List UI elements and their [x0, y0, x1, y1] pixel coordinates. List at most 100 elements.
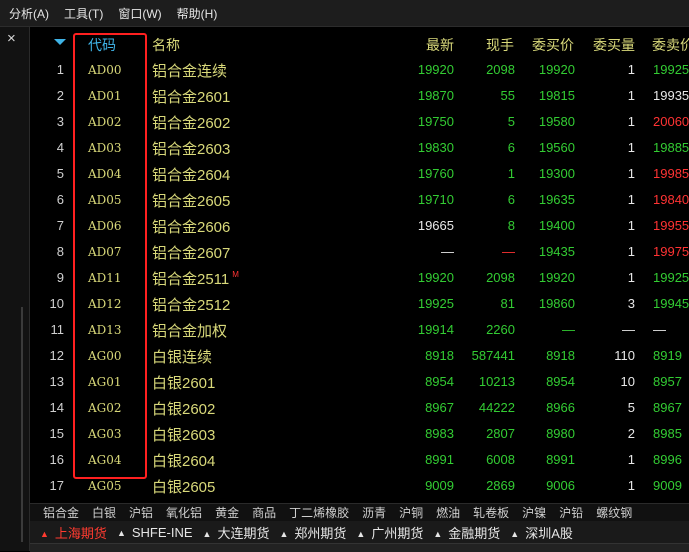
menu-item-0[interactable]: 分析(A) — [9, 5, 49, 22]
latest-price: 8967 — [425, 400, 454, 415]
main-contract-badge: M — [232, 270, 239, 279]
contract-name: 铝合金2604 — [152, 164, 230, 185]
column-header-name[interactable]: 名称 — [152, 35, 180, 55]
contract-name-text: 铝合金2604 — [152, 167, 231, 184]
latest-price: 19920 — [417, 270, 454, 285]
triangle-up-icon: ▲ — [433, 528, 443, 539]
column-header-bid-qty[interactable]: 委买量 — [593, 35, 635, 55]
category-tab[interactable]: 沪铜 — [399, 504, 423, 521]
bid-qty: 1 — [627, 140, 635, 155]
row-index: 15 — [49, 426, 64, 441]
exchange-tabs: ▲ 上海期货 ▲ SHFE-INE ▲ 大连期货 ▲ 郑州期货 ▲ 广州期货 ▲ 金融期货 ▲ 深圳A股 — [30, 521, 689, 543]
column-header-code[interactable]: 代码 — [88, 35, 116, 55]
contract-name: 白银2601 — [152, 372, 215, 393]
contract-code: AG00 — [88, 349, 122, 363]
exchange-tab[interactable]: ▲ 金融期货 — [433, 523, 500, 542]
table-row[interactable]: 13 AG01 8954 10213 8954 10 8957 白银2601 — [30, 368, 689, 394]
category-tab[interactable]: 沪镍 — [522, 504, 546, 521]
triangle-up-icon: ▲ — [356, 528, 366, 539]
table-row[interactable]: 5 AD04 19760 1 19300 1 19985 铝合金2604 — [30, 160, 689, 186]
exchange-tab[interactable]: ▲ 大连期货 — [203, 523, 270, 542]
contract-name-text: 铝合金2602 — [152, 115, 231, 132]
sort-desc-icon[interactable] — [54, 39, 66, 45]
ask-price: 19925 — [653, 62, 689, 77]
category-tab[interactable]: 氧化铝 — [166, 504, 202, 521]
menu-item-2[interactable]: 窗口(W) — [118, 5, 161, 22]
column-header-bid-price[interactable]: 委买价 — [532, 35, 574, 55]
column-header-latest[interactable]: 最新 — [426, 35, 454, 55]
menu-item-3[interactable]: 帮助(H) — [177, 5, 218, 22]
bid-price: 8980 — [546, 426, 575, 441]
column-header-volume[interactable]: 现手 — [486, 35, 514, 55]
category-tab[interactable]: 商品 — [252, 504, 276, 521]
category-tab[interactable]: 沥青 — [362, 504, 386, 521]
table-row[interactable]: 7 AD06 19665 8 19400 1 19955 铝合金2606 — [30, 212, 689, 238]
category-tab[interactable]: 铝合金 — [43, 504, 79, 521]
column-header-ask-price[interactable]: 委卖价 — [652, 35, 689, 55]
category-tab[interactable]: 沪铅 — [559, 504, 583, 521]
category-tab[interactable]: 燃油 — [436, 504, 460, 521]
table-row[interactable]: 9 AD11 19920 2098 19920 1 19925 铝合金2511 M — [30, 264, 689, 290]
contract-name: 铝合金2607 — [152, 242, 230, 263]
latest-price: 19760 — [417, 166, 454, 181]
bid-price: 19580 — [538, 114, 575, 129]
table-row[interactable]: 12 AG00 8918 587441 8918 110 8919 白银连续 — [30, 342, 689, 368]
bid-price: 8918 — [546, 348, 575, 363]
category-tab[interactable]: 螺纹钢 — [596, 504, 632, 521]
table-row[interactable]: 15 AG03 8983 2807 8980 2 8985 白银2603 — [30, 420, 689, 446]
bid-qty: 5 — [627, 400, 635, 415]
category-tab[interactable]: 白银 — [92, 504, 116, 521]
bid-price: 19635 — [538, 192, 575, 207]
category-tab[interactable]: 黄金 — [215, 504, 239, 521]
volume: — — [502, 244, 515, 259]
exchange-tab[interactable]: ▲ 上海期货 — [40, 523, 107, 542]
contract-name: 白银连续 — [152, 346, 212, 367]
close-icon[interactable]: × — [7, 31, 16, 47]
ask-price: — — [653, 322, 666, 337]
exchange-tab[interactable]: ▲ SHFE-INE — [117, 525, 193, 540]
ask-price: 19925 — [653, 270, 689, 285]
category-tab[interactable]: 沪铝 — [129, 504, 153, 521]
exchange-tab[interactable]: ▲ 郑州期货 — [279, 523, 346, 542]
latest-price: 19920 — [417, 62, 454, 77]
table-row[interactable]: 11 AD13 19914 2260 — — — 铝合金加权 — [30, 316, 689, 342]
exchange-tab-label: 大连期货 — [217, 525, 270, 541]
category-tab[interactable]: 轧卷板 — [473, 504, 509, 521]
contract-name-text: 白银连续 — [152, 349, 213, 366]
contract-name-text: 铝合金2605 — [152, 193, 231, 210]
contract-name: 白银2602 — [152, 398, 215, 419]
table-row[interactable]: 2 AD01 19870 55 19815 1 19935 铝合金2601 — [30, 82, 689, 108]
category-tab[interactable]: 丁二烯橡胶 — [289, 504, 349, 521]
ask-price: 8985 — [653, 426, 682, 441]
latest-price: 19830 — [417, 140, 454, 155]
table-row[interactable]: 4 AD03 19830 6 19560 1 19885 铝合金2603 — [30, 134, 689, 160]
table-row[interactable]: 8 AD07 — — 19435 1 19975 铝合金2607 — [30, 238, 689, 264]
contract-code: AD03 — [88, 141, 122, 155]
bid-qty: 110 — [614, 348, 635, 363]
triangle-up-icon: ▲ — [202, 528, 212, 539]
bid-price: 9006 — [546, 478, 575, 493]
ask-price: 20060 — [653, 114, 689, 129]
contract-name-text: 铝合金加权 — [152, 323, 228, 340]
table-row[interactable]: 16 AG04 8991 6008 8991 1 8996 白银2604 — [30, 446, 689, 472]
table-row[interactable]: 14 AG02 8967 44222 8966 5 8967 白银2602 — [30, 394, 689, 420]
latest-price: 19750 — [417, 114, 454, 129]
table-row[interactable]: 6 AD05 19710 6 19635 1 19840 铝合金2605 — [30, 186, 689, 212]
menu-item-1[interactable]: 工具(T) — [64, 5, 103, 22]
exchange-tab[interactable]: ▲ 广州期货 — [356, 523, 423, 542]
latest-price: 9009 — [425, 478, 454, 493]
bid-price: 8991 — [546, 452, 575, 467]
contract-code: AG03 — [88, 427, 122, 441]
table-row[interactable]: 10 AD12 19925 81 19860 3 19945 铝合金2512 — [30, 290, 689, 316]
contract-name: 白银2603 — [152, 424, 215, 445]
table-row[interactable]: 1 AD00 19920 2098 19920 1 19925 铝合金连续 — [30, 56, 689, 82]
table-row[interactable]: 3 AD02 19750 5 19580 1 20060 铝合金2602 — [30, 108, 689, 134]
left-scrollbar[interactable] — [21, 307, 23, 542]
contract-name-text: 铝合金2511 — [152, 271, 230, 288]
row-index: 14 — [49, 400, 64, 415]
exchange-tab[interactable]: ▲ 深圳A股 — [510, 523, 573, 542]
ask-price: 19840 — [653, 192, 689, 207]
contract-name-text: 铝合金2512 — [152, 297, 231, 314]
ask-price: 9009 — [653, 478, 682, 493]
table-row[interactable]: 17 AG05 9009 2869 9006 1 9009 白银2605 — [30, 472, 689, 498]
